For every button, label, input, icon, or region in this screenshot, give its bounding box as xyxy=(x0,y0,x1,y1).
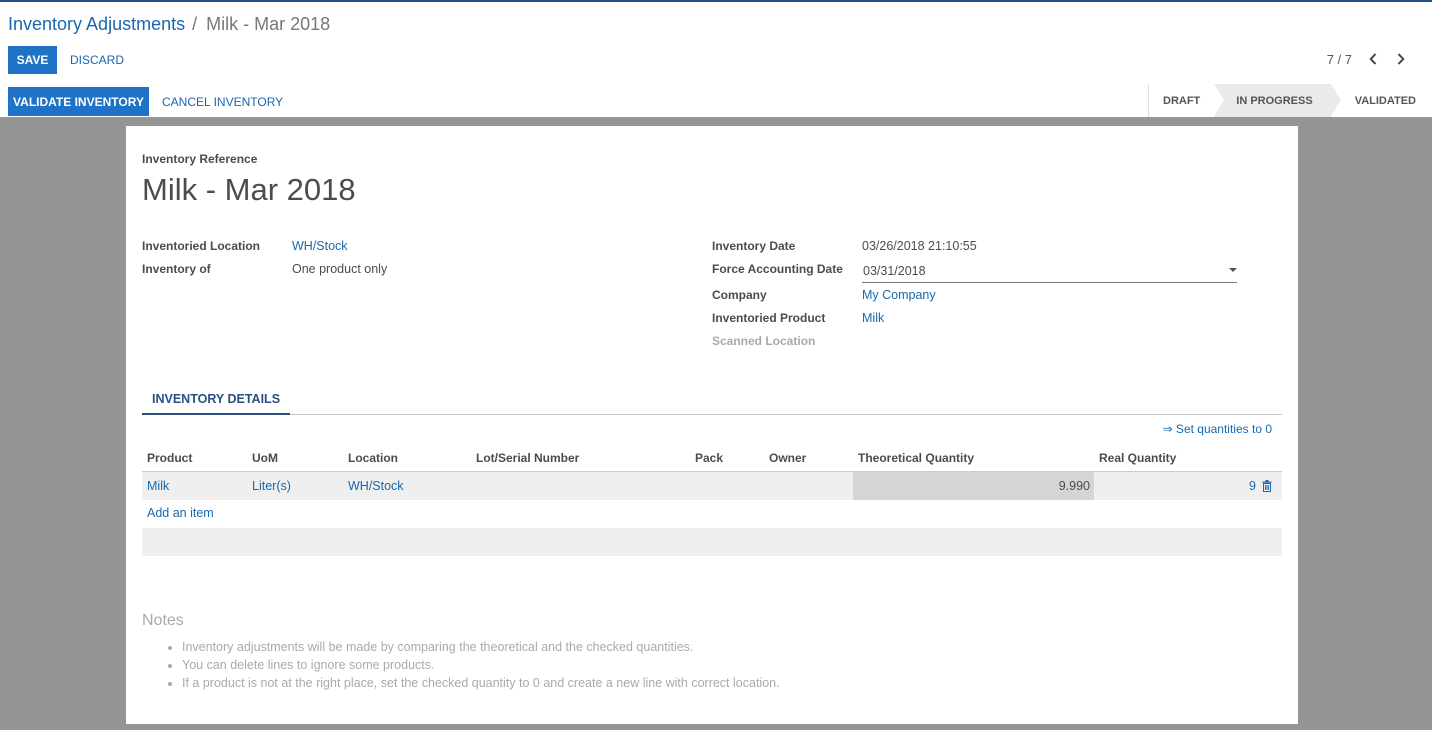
column-header-uom[interactable]: UoM xyxy=(252,451,278,465)
force-accounting-date-label: Force Accounting Date xyxy=(712,262,843,276)
trash-icon[interactable] xyxy=(1262,480,1272,492)
form-sheet: Inventory Reference Milk - Mar 2018 Inve… xyxy=(126,126,1298,724)
inventoried-location-label: Inventoried Location xyxy=(142,239,261,253)
add-an-item-link[interactable]: Add an item xyxy=(147,506,214,520)
control-panel: Inventory Adjustments / Milk - Mar 2018 … xyxy=(0,2,1432,117)
company-value[interactable]: My Company xyxy=(862,288,936,302)
column-header-pack[interactable]: Pack xyxy=(695,451,723,465)
status-bar: DRAFT IN PROGRESS VALIDATED xyxy=(1148,84,1432,117)
tab-inventory-details[interactable]: INVENTORY DETAILS xyxy=(142,384,291,415)
force-accounting-date-input[interactable] xyxy=(862,260,1237,283)
inventoried-product-value[interactable]: Milk xyxy=(862,311,884,325)
lines-table-header: Product UoM Location Lot/Serial Number P… xyxy=(142,444,1282,472)
pager: 7 / 7 xyxy=(1327,50,1408,68)
note-item: If a product is not at the right place, … xyxy=(182,674,780,692)
discard-button[interactable]: DISCARD xyxy=(66,46,128,74)
breadcrumb-parent-link[interactable]: Inventory Adjustments xyxy=(8,14,185,34)
cell-theoretical-quantity: 9.990 xyxy=(853,472,1094,500)
inventory-date-value: 03/26/2018 21:10:55 xyxy=(862,239,977,253)
company-label: Company xyxy=(712,288,767,302)
theoretical-quantity-value: 9.990 xyxy=(1058,479,1090,493)
cell-product[interactable]: Milk xyxy=(147,479,169,493)
lines-table-footer xyxy=(142,528,1282,556)
stage-in-progress[interactable]: IN PROGRESS xyxy=(1214,84,1342,117)
chevron-right-icon[interactable] xyxy=(1394,50,1408,68)
column-header-location[interactable]: Location xyxy=(348,451,398,465)
column-header-product[interactable]: Product xyxy=(147,451,192,465)
inventory-reference-title[interactable]: Milk - Mar 2018 xyxy=(142,172,356,208)
scanned-location-label: Scanned Location xyxy=(712,334,816,348)
breadcrumb-separator: / xyxy=(192,14,198,34)
inventoried-location-value[interactable]: WH/Stock xyxy=(292,239,348,253)
notebook-tabs: INVENTORY DETAILS xyxy=(142,384,1282,415)
inventory-of-label: Inventory of xyxy=(142,262,211,276)
column-header-theoretical-quantity[interactable]: Theoretical Quantity xyxy=(858,451,974,465)
inventory-of-value: One product only xyxy=(292,262,388,276)
notes-label: Notes xyxy=(142,612,184,629)
column-header-owner[interactable]: Owner xyxy=(769,451,806,465)
inventory-reference-label: Inventory Reference xyxy=(142,152,258,166)
breadcrumb-current: Milk - Mar 2018 xyxy=(206,14,331,34)
notes-list: Inventory adjustments will be made by co… xyxy=(166,638,780,692)
note-item: You can delete lines to ignore some prod… xyxy=(182,656,780,674)
cancel-inventory-button[interactable]: CANCEL INVENTORY xyxy=(158,87,287,116)
set-quantities-to-zero-link[interactable]: ⇒ Set quantities to 0 xyxy=(1163,422,1272,436)
column-header-real-quantity[interactable]: Real Quantity xyxy=(1099,451,1176,465)
table-row[interactable]: Milk Liter(s) WH/Stock 9.990 9 xyxy=(142,472,1282,500)
validate-inventory-button[interactable]: VALIDATE INVENTORY xyxy=(8,87,149,116)
note-item: Inventory adjustments will be made by co… xyxy=(182,638,780,656)
stage-validated[interactable]: VALIDATED xyxy=(1331,84,1432,117)
column-header-lot[interactable]: Lot/Serial Number xyxy=(476,451,579,465)
save-button[interactable]: SAVE xyxy=(8,46,57,74)
breadcrumb: Inventory Adjustments / Milk - Mar 2018 xyxy=(8,14,330,35)
cell-uom[interactable]: Liter(s) xyxy=(252,479,291,493)
cell-location[interactable]: WH/Stock xyxy=(348,479,404,493)
stage-draft[interactable]: DRAFT xyxy=(1149,84,1214,117)
inventoried-product-label: Inventoried Product xyxy=(712,311,826,325)
pager-value[interactable]: 7 / 7 xyxy=(1327,52,1352,67)
inventory-date-label: Inventory Date xyxy=(712,239,796,253)
chevron-left-icon[interactable] xyxy=(1366,50,1380,68)
cell-real-quantity[interactable]: 9 xyxy=(1249,479,1256,493)
caret-down-icon[interactable] xyxy=(1229,268,1237,272)
